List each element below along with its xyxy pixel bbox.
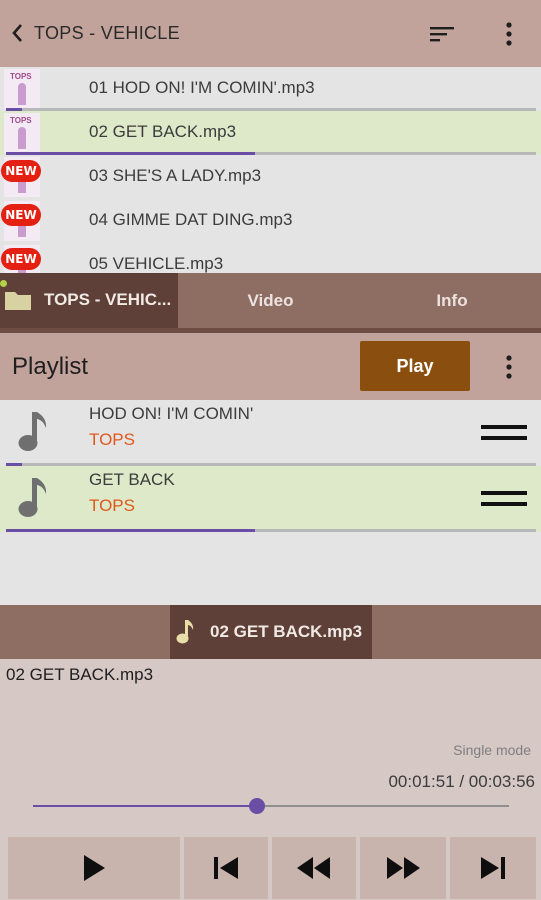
player-panel: 02 GET BACK.mp3 Single mode 00:01:51 / 0…: [0, 659, 541, 900]
chevron-left-icon[interactable]: [8, 20, 28, 46]
file-name: 01 HOD ON! I'M COMIN'.mp3: [89, 78, 315, 97]
now-playing-chip[interactable]: 02 GET BACK.mp3: [170, 605, 372, 659]
app-bar: TOPS - VEHICLE: [0, 0, 541, 67]
tab-bar: TOPS - VEHIC... Video Info: [0, 273, 541, 329]
play-icon: [84, 855, 105, 881]
status-dot: [0, 280, 7, 287]
page-title: TOPS - VEHICLE: [34, 23, 180, 43]
playback-mode[interactable]: Single mode: [453, 742, 531, 758]
seek-knob[interactable]: [248, 798, 265, 814]
file-row[interactable]: NEW 05 VEHICLE.mp3: [0, 243, 541, 273]
folder-icon: [5, 292, 31, 310]
song-title: HOD ON! I'M COMIN': [89, 404, 254, 423]
playlist: HOD ON! I'M COMIN' TOPS GET BACK TOPS: [0, 400, 541, 605]
playlist-header: Playlist Play: [0, 333, 541, 400]
playlist-item[interactable]: HOD ON! I'M COMIN' TOPS: [0, 400, 541, 466]
tab-label: Video: [247, 291, 294, 310]
song-title: GET BACK: [89, 470, 175, 489]
file-row[interactable]: TOPS 01 HOD ON! I'M COMIN'.mp3: [0, 67, 541, 111]
file-name: 04 GIMME DAT DING.mp3: [89, 210, 293, 229]
file-name: 05 VEHICLE.mp3: [89, 254, 224, 273]
file-row-selected[interactable]: TOPS 02 GET BACK.mp3: [0, 111, 541, 155]
tab-video[interactable]: Video: [178, 273, 363, 329]
now-playing-bar: 02 GET BACK.mp3: [0, 605, 541, 659]
play-button[interactable]: Play: [360, 341, 470, 391]
tab-folder[interactable]: TOPS - VEHIC...: [0, 273, 178, 329]
skip-previous-icon: [214, 857, 238, 879]
time-display: 00:01:51 / 00:03:56: [388, 772, 535, 791]
file-list: TOPS 01 HOD ON! I'M COMIN'.mp3 TOPS 02 G…: [0, 67, 541, 273]
tab-label: TOPS - VEHIC...: [44, 290, 172, 309]
file-name: 02 GET BACK.mp3: [89, 122, 237, 141]
fast-forward-icon: [387, 857, 420, 879]
play-control-button[interactable]: [8, 837, 180, 899]
rewind-icon: [297, 857, 330, 879]
skip-previous-button[interactable]: [184, 837, 268, 899]
skip-next-button[interactable]: [450, 837, 536, 899]
now-playing-label: 02 GET BACK.mp3: [210, 622, 363, 641]
new-badge: NEW: [1, 248, 41, 270]
music-note-icon: [18, 478, 47, 517]
more-vert-icon[interactable]: [497, 20, 521, 48]
drag-handle-icon[interactable]: [481, 491, 527, 507]
music-note-icon: [18, 412, 47, 451]
skip-next-icon: [481, 857, 505, 879]
drag-handle-icon[interactable]: [481, 425, 527, 441]
file-row[interactable]: NEW 03 SHE'S A LADY.mp3: [0, 155, 541, 199]
new-badge: NEW: [1, 160, 41, 182]
item-progress: [6, 529, 536, 532]
sort-icon[interactable]: [428, 22, 456, 46]
music-note-icon: [176, 620, 194, 644]
fast-forward-button[interactable]: [360, 837, 446, 899]
album-art-thumb: TOPS: [4, 113, 40, 153]
playlist-title: Playlist: [12, 353, 89, 380]
album-art-thumb: TOPS: [4, 69, 40, 109]
tab-label: Info: [436, 291, 468, 310]
artist-name: TOPS: [89, 496, 135, 515]
playlist-item-selected[interactable]: GET BACK TOPS: [0, 466, 541, 532]
seek-bar[interactable]: [33, 798, 509, 814]
more-vert-icon[interactable]: [497, 353, 521, 381]
artist-name: TOPS: [89, 430, 135, 449]
file-name: 03 SHE'S A LADY.mp3: [89, 166, 262, 185]
current-file-name: 02 GET BACK.mp3: [6, 665, 154, 684]
tab-info[interactable]: Info: [363, 273, 541, 329]
rewind-button[interactable]: [272, 837, 356, 899]
file-row[interactable]: NEW 04 GIMME DAT DING.mp3: [0, 199, 541, 243]
new-badge: NEW: [1, 204, 41, 226]
